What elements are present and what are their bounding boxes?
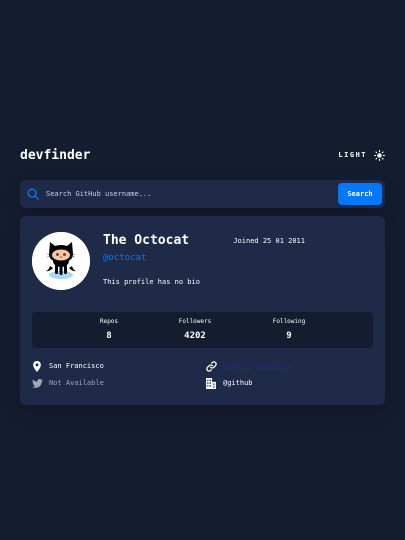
- search-icon: [27, 188, 39, 200]
- stats-panel: Repos 8 Followers 4202 Following 9: [32, 312, 373, 348]
- stat-label: Repos: [99, 318, 119, 325]
- location-pin-icon: [30, 359, 44, 373]
- app-container: devfinder LIGHT Search GitHub username..…: [20, 146, 385, 405]
- search-input[interactable]: [46, 190, 338, 198]
- stat-label: Following: [272, 318, 306, 325]
- octocat-avatar-image: [32, 232, 90, 290]
- search-bar: Search: [20, 180, 385, 208]
- profile-card: The Octocat Joined 25 01 2011 @octocat T…: [20, 216, 385, 405]
- twitter-text: Not Available: [49, 379, 104, 387]
- avatar: [32, 232, 90, 290]
- profile-login-link[interactable]: @octocat: [103, 253, 146, 263]
- stat-label: Followers: [178, 318, 212, 325]
- app-logo: devfinder: [20, 147, 91, 163]
- stat-value: 4202: [184, 331, 206, 341]
- info-company: @github: [204, 376, 253, 390]
- stat-value: 9: [286, 331, 292, 341]
- info-twitter: Not Available: [30, 376, 104, 390]
- stat-value: 8: [106, 331, 112, 341]
- profile-bio: This profile has no bio: [103, 278, 200, 286]
- company-text[interactable]: @github: [223, 379, 253, 387]
- sun-icon: [374, 149, 385, 161]
- search-button[interactable]: Search: [338, 183, 382, 205]
- stat-following: Following 9: [259, 318, 319, 341]
- joined-date: Joined 25 01 2011: [233, 237, 305, 245]
- twitter-icon: [30, 376, 44, 390]
- link-icon: [204, 359, 218, 373]
- location-text: San Francisco: [49, 362, 104, 370]
- header: devfinder LIGHT: [20, 146, 385, 164]
- info-blog: https://github.blog: [204, 359, 292, 373]
- info-location: San Francisco: [30, 359, 104, 373]
- theme-toggle[interactable]: LIGHT: [338, 149, 385, 161]
- stat-repos: Repos 8: [79, 318, 139, 341]
- profile-name: The Octocat: [103, 233, 190, 248]
- blog-link[interactable]: https://github.blog: [223, 363, 292, 370]
- stat-followers: Followers 4202: [165, 318, 225, 341]
- company-building-icon: [204, 376, 218, 390]
- theme-toggle-label: LIGHT: [338, 151, 367, 159]
